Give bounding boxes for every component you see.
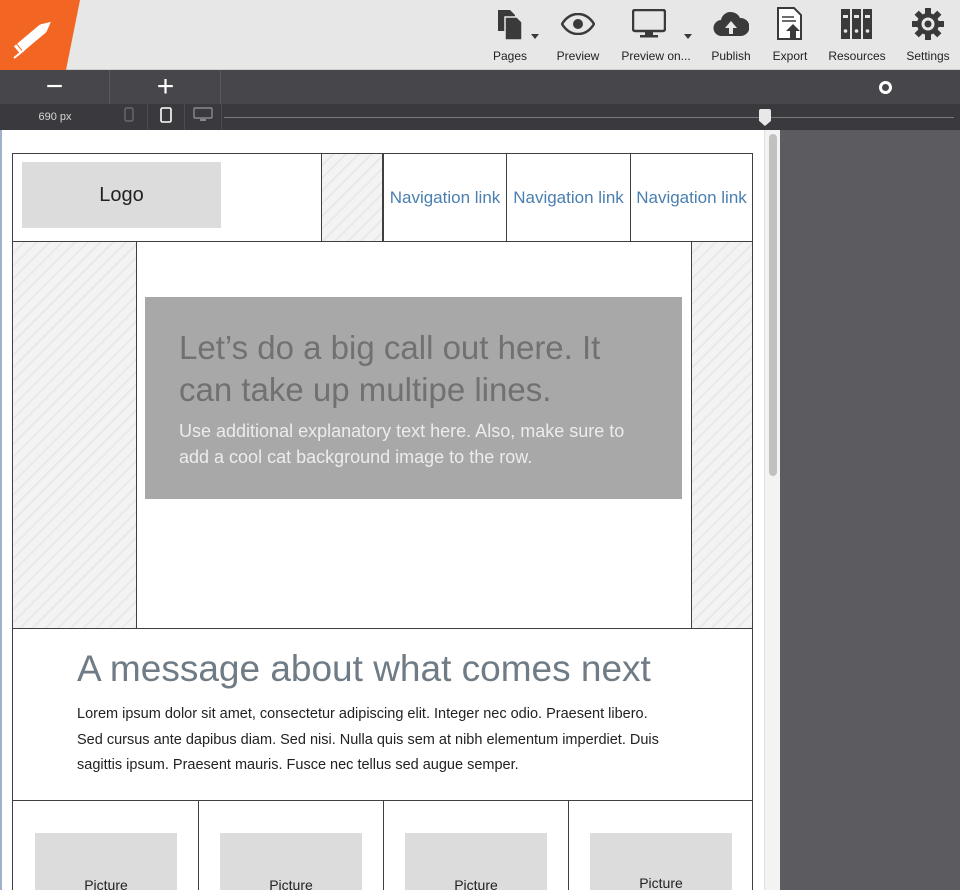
binders-icon xyxy=(840,0,874,48)
preview-on-label: Preview on... xyxy=(621,49,691,63)
hero-callout[interactable]: Let’s do a big call out here. It can tak… xyxy=(145,297,682,499)
picture-placeholder-4[interactable]: Picture xyxy=(590,833,732,890)
top-toolbar: Pages Preview Preview on... Publish Expo… xyxy=(0,0,960,70)
nav-link-3[interactable]: Navigation link xyxy=(630,153,753,242)
settings-label: Settings xyxy=(906,49,950,63)
callout-text: Use additional explanatory text here. Al… xyxy=(179,421,625,467)
message-body: Lorem ipsum dolor sit amet, consectetur … xyxy=(77,706,659,773)
preview-button[interactable]: Preview xyxy=(553,0,603,70)
settings-button[interactable]: Settings xyxy=(902,0,954,70)
message-title: A message about what comes next xyxy=(77,648,651,689)
tablet-icon xyxy=(160,106,172,128)
nav-link-2[interactable]: Navigation link xyxy=(506,153,631,242)
pages-label: Pages xyxy=(492,49,528,63)
zoom-bar: − + xyxy=(0,70,960,104)
preview-on-button[interactable]: Preview on... xyxy=(620,0,692,70)
hero-left-spacer[interactable] xyxy=(12,241,137,629)
app-logo-icon[interactable] xyxy=(0,0,80,70)
export-icon xyxy=(775,0,805,48)
export-label: Export xyxy=(772,49,808,63)
scrollbar-thumb[interactable] xyxy=(769,134,777,476)
zoom-out-button[interactable]: − xyxy=(0,70,110,104)
preview-label: Preview xyxy=(556,49,600,63)
export-button[interactable]: Export xyxy=(768,0,812,70)
zoom-in-button[interactable]: + xyxy=(111,70,221,104)
resources-button[interactable]: Resources xyxy=(826,0,888,70)
hero-right-spacer[interactable] xyxy=(691,241,753,629)
phone-icon xyxy=(124,107,134,127)
publish-label: Publish xyxy=(711,49,751,63)
pages-button[interactable]: Pages xyxy=(488,0,532,70)
desktop-icon xyxy=(193,107,213,127)
preview-on-dropdown-icon[interactable] xyxy=(684,34,692,39)
desktop-view-button[interactable] xyxy=(185,104,222,130)
canvas-scrollbar[interactable] xyxy=(764,130,780,890)
callout-title: Let’s do a big call out here. It can tak… xyxy=(179,329,601,408)
tablet-view-button[interactable] xyxy=(148,104,185,130)
cloud-upload-icon xyxy=(713,0,749,48)
eye-icon xyxy=(561,0,595,48)
picture-placeholder-2[interactable]: Picture xyxy=(220,833,362,890)
pages-dropdown-icon[interactable] xyxy=(531,34,539,39)
zoom-slider-knob[interactable] xyxy=(879,81,892,94)
picture-placeholder-1[interactable]: Picture xyxy=(35,833,177,890)
viewport-width-slider[interactable] xyxy=(224,117,954,118)
phone-view-button[interactable] xyxy=(111,104,148,130)
picture-placeholder-3[interactable]: Picture xyxy=(405,833,547,890)
resources-label: Resources xyxy=(828,49,886,63)
monitor-icon xyxy=(632,0,666,48)
nav-link-1[interactable]: Navigation link xyxy=(383,153,507,242)
gear-icon xyxy=(911,0,945,48)
logo-placeholder[interactable]: Logo xyxy=(22,162,221,228)
header-spacer[interactable] xyxy=(321,153,383,242)
viewport-width-label: 690 px xyxy=(38,111,72,123)
publish-button[interactable]: Publish xyxy=(708,0,754,70)
pages-icon xyxy=(496,0,524,48)
